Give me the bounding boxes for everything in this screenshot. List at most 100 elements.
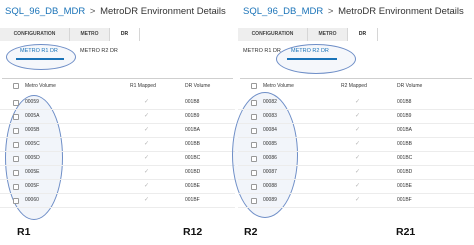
row-checkbox[interactable]	[13, 198, 19, 204]
check-icon: ✓	[355, 99, 361, 105]
breadcrumb-link[interactable]: SQL_96_DB_MDR	[5, 6, 85, 17]
header-divider	[240, 78, 472, 79]
check-icon: ✓	[355, 183, 361, 189]
check-icon: ✓	[144, 113, 150, 119]
table-row[interactable]: 00082 ✓ 001B8	[238, 96, 474, 110]
metro-volume-cell: 0005B	[25, 127, 40, 133]
table-row[interactable]: 0005F ✓ 001BE	[0, 180, 235, 194]
table-row[interactable]: 00089 ✓ 001BF	[238, 194, 474, 208]
metro-volume-cell: 00083	[263, 113, 277, 119]
check-icon: ✓	[355, 141, 361, 147]
dr-volume-cell: 001BD	[397, 169, 413, 175]
column-dr-volume: DR Volume	[397, 83, 423, 89]
breadcrumb: SQL_96_DB_MDR > MetroDR Environment Deta…	[243, 6, 464, 17]
check-icon: ✓	[355, 155, 361, 161]
dr-volume-cell: 001BA	[397, 127, 413, 133]
page-title: MetroDR Environment Details	[100, 6, 226, 17]
check-icon: ✓	[144, 155, 150, 161]
column-dr-volume: DR Volume	[185, 83, 211, 89]
metro-volume-cell: 00085	[263, 141, 277, 147]
table-row[interactable]: 0005C ✓ 001BB	[0, 138, 235, 152]
dr-volume-cell: 001B8	[397, 99, 412, 105]
metro-volume-cell: 0005D	[25, 155, 40, 161]
dr-volume-cell: 001B8	[185, 99, 200, 105]
header-divider	[2, 78, 233, 79]
table-row[interactable]: 00088 ✓ 001BE	[238, 180, 474, 194]
check-icon: ✓	[355, 197, 361, 203]
metro-site-label: R1	[17, 226, 31, 238]
table-row[interactable]: 0005E ✓ 001BD	[0, 166, 235, 180]
row-checkbox[interactable]	[251, 142, 257, 148]
table-row[interactable]: 0005A ✓ 001B9	[0, 110, 235, 124]
row-checkbox[interactable]	[251, 198, 257, 204]
tab-dr[interactable]: DR	[110, 28, 140, 41]
metro-volume-cell: 00082	[263, 99, 277, 105]
table-row[interactable]: 00086 ✓ 001BC	[238, 152, 474, 166]
table-row[interactable]: 0005D ✓ 001BC	[0, 152, 235, 166]
table-row[interactable]: 00060 ✓ 001BF	[0, 194, 235, 208]
check-icon: ✓	[355, 127, 361, 133]
metro-volume-cell: 0005A	[25, 113, 40, 119]
row-checkbox[interactable]	[13, 100, 19, 106]
page-title: MetroDR Environment Details	[338, 6, 464, 17]
check-icon: ✓	[144, 99, 150, 105]
tab-configuration[interactable]: CONFIGURATION	[238, 28, 308, 41]
table-row[interactable]: 00084 ✓ 001BA	[238, 124, 474, 138]
dr-volume-cell: 001BC	[397, 155, 413, 161]
row-checkbox[interactable]	[251, 184, 257, 190]
row-checkbox[interactable]	[251, 156, 257, 162]
row-checkbox[interactable]	[13, 142, 19, 148]
dr-volume-cell: 001BC	[185, 155, 201, 161]
check-icon: ✓	[144, 197, 150, 203]
check-icon: ✓	[144, 127, 150, 133]
tab-bar: CONFIGURATION METRO DR	[238, 28, 474, 41]
table-header: Metro Volume R1 Mapped DR Volume	[0, 80, 235, 94]
metro-volume-cell: 0005E	[25, 169, 40, 175]
metro-volume-cell: 00088	[263, 183, 277, 189]
dr-volume-cell: 001B9	[185, 113, 200, 119]
metro-volume-cell: 0005C	[25, 141, 40, 147]
tab-dr[interactable]: DR	[348, 28, 378, 41]
table-row[interactable]: 0005B ✓ 001BA	[0, 124, 235, 138]
check-icon: ✓	[144, 183, 150, 189]
subtab-metro-r1-dr[interactable]: METRO R1 DR	[243, 48, 281, 54]
row-checkbox[interactable]	[13, 156, 19, 162]
select-all-checkbox[interactable]	[13, 83, 19, 89]
metro-volume-cell: 00084	[263, 127, 277, 133]
dr-volume-cell: 001B9	[397, 113, 412, 119]
row-checkbox[interactable]	[251, 170, 257, 176]
dr-site-label: R21	[396, 226, 416, 238]
subtab-metro-r2-dr[interactable]: METRO R2 DR	[291, 48, 329, 54]
row-checkbox[interactable]	[13, 184, 19, 190]
table-row[interactable]: 00085 ✓ 001BB	[238, 138, 474, 152]
table-row[interactable]: 00059 ✓ 001B8	[0, 96, 235, 110]
breadcrumb-link[interactable]: SQL_96_DB_MDR	[243, 6, 323, 17]
table-row[interactable]: 00083 ✓ 001B9	[238, 110, 474, 124]
metro-site-label: R2	[244, 226, 258, 238]
table-header: Metro Volume R2 Mapped DR Volume	[238, 80, 474, 94]
right-panel: SQL_96_DB_MDR > MetroDR Environment Deta…	[232, 0, 474, 245]
subtab-bar: METRO R1 DR METRO R2 DR	[0, 44, 235, 62]
check-icon: ✓	[144, 141, 150, 147]
row-checkbox[interactable]	[251, 128, 257, 134]
metro-volume-cell: 00086	[263, 155, 277, 161]
table-row[interactable]: 00087 ✓ 001BD	[238, 166, 474, 180]
tab-configuration[interactable]: CONFIGURATION	[0, 28, 70, 41]
tab-metro[interactable]: METRO	[70, 28, 110, 41]
row-checkbox[interactable]	[251, 100, 257, 106]
subtab-metro-r1-dr[interactable]: METRO R1 DR	[20, 48, 58, 54]
subtab-metro-r2-dr[interactable]: METRO R2 DR	[80, 48, 118, 54]
breadcrumb-separator: >	[89, 6, 96, 17]
row-checkbox[interactable]	[13, 170, 19, 176]
select-all-checkbox[interactable]	[251, 83, 257, 89]
column-metro-volume: Metro Volume	[263, 83, 294, 89]
row-checkbox[interactable]	[13, 128, 19, 134]
tab-bar: CONFIGURATION METRO DR	[0, 28, 235, 41]
check-icon: ✓	[355, 113, 361, 119]
metro-volume-cell: 00060	[25, 197, 39, 203]
tab-metro[interactable]: METRO	[308, 28, 348, 41]
row-checkbox[interactable]	[13, 114, 19, 120]
dr-volume-cell: 001BF	[185, 197, 200, 203]
check-icon: ✓	[355, 169, 361, 175]
row-checkbox[interactable]	[251, 114, 257, 120]
